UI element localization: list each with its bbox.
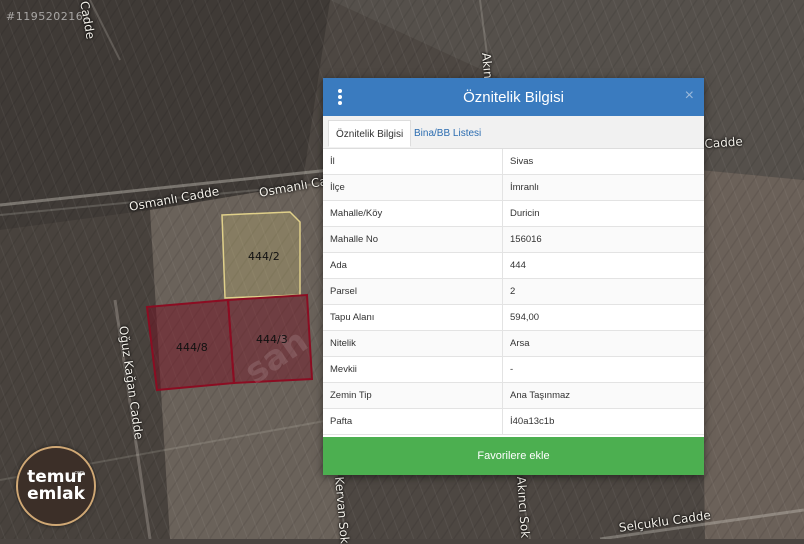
logo-suffix: .com (73, 470, 84, 476)
table-row: Mahalle No 156016 (323, 226, 704, 253)
attribute-key: Ada (323, 252, 503, 279)
close-icon[interactable]: × (685, 88, 694, 104)
panel-title: Öznitelik Bilgisi (463, 88, 564, 106)
attribute-value: Arsa (502, 330, 704, 357)
attribute-value: Ana Taşınmaz (502, 382, 704, 409)
vertical-dots-menu-icon[interactable] (337, 89, 343, 105)
table-row: Mahalle/Köy Duricin (323, 200, 704, 227)
add-to-favorites-button[interactable]: Favorilere ekle (323, 437, 704, 475)
attribute-key: İlçe (323, 174, 503, 201)
parcel-label-444-3: 444/3 (256, 333, 288, 346)
panel-tabs: Öznitelik Bilgisi Bina/BB Listesi (323, 116, 704, 149)
table-row: İlçe İmranlı (323, 174, 704, 201)
attribute-value: İ40a13c1b (502, 408, 704, 435)
parcel-label-444-8: 444/8 (176, 341, 208, 354)
table-row: Pafta İ40a13c1b (323, 408, 704, 435)
table-row: İl Sivas (323, 149, 704, 175)
table-row: Ada 444 (323, 252, 704, 279)
tab-building-list[interactable]: Bina/BB Listesi (407, 120, 488, 147)
attribute-table: İl Sivas İlçe İmranlı Mahalle/Köy Duricin Maha… (323, 149, 704, 435)
temur-emlak-logo: temur emlak .com (16, 446, 96, 526)
table-row: Nitelik Arsa (323, 330, 704, 357)
attribute-value: 2 (502, 278, 704, 305)
table-row: Tapu Alanı 594,00 (323, 304, 704, 331)
tab-attribute-info[interactable]: Öznitelik Bilgisi (328, 120, 412, 147)
attribute-value: İmranlı (502, 174, 704, 201)
attribute-value: Duricin (502, 200, 704, 227)
attribute-info-panel: Öznitelik Bilgisi × Öznitelik Bilgisi Bi… (323, 78, 704, 475)
attribute-value: Sivas (502, 149, 704, 175)
table-row: Zemin Tip Ana Taşınmaz (323, 382, 704, 409)
parcel-label-444-2: 444/2 (248, 250, 280, 263)
attribute-value: 156016 (502, 226, 704, 253)
attribute-key: Parsel (323, 278, 503, 305)
road-label-right-cadde: Cadde (704, 134, 744, 151)
attribute-key: İl (323, 149, 503, 175)
attribute-key: Mahalle/Köy (323, 200, 503, 227)
logo-line2: emlak (27, 484, 85, 504)
attribute-key: Mahalle No (323, 226, 503, 253)
attribute-value: - (502, 356, 704, 383)
attribute-key: Pafta (323, 408, 503, 435)
table-row: Mevkii - (323, 356, 704, 383)
panel-header: Öznitelik Bilgisi × (323, 78, 704, 116)
attribute-key: Mevkii (323, 356, 503, 383)
attribute-key: Zemin Tip (323, 382, 503, 409)
table-row: Parsel 2 (323, 278, 704, 305)
attribute-key: Tapu Alanı (323, 304, 503, 331)
attribute-value: 594,00 (502, 304, 704, 331)
attribute-key: Nitelik (323, 330, 503, 357)
attribute-value: 444 (502, 252, 704, 279)
